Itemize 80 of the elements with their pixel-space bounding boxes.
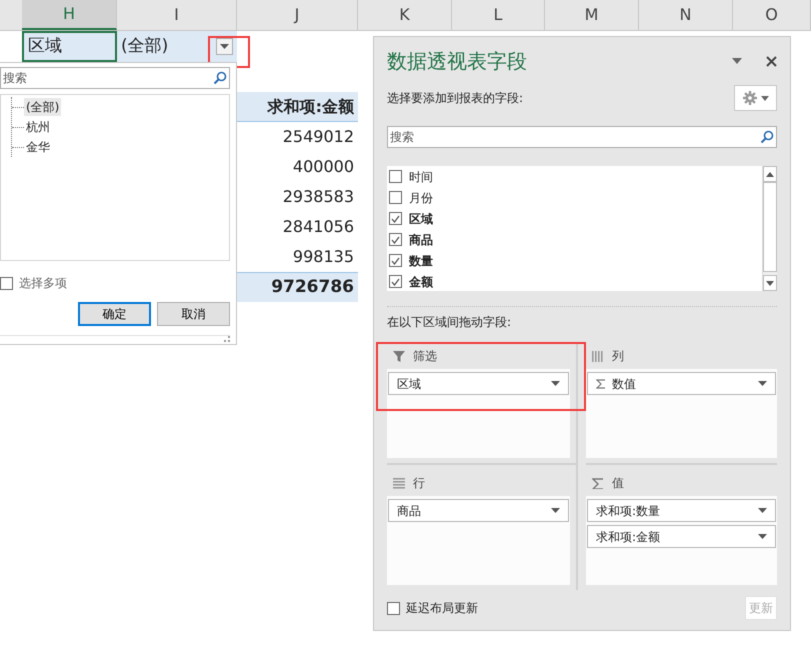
column-header[interactable]: H <box>22 0 117 30</box>
caret-icon <box>758 508 767 513</box>
checkbox-label: 选择多项 <box>19 275 67 292</box>
table-cell-text: (全部) <box>121 34 168 58</box>
check-icon <box>391 236 400 244</box>
column-header[interactable]: L <box>452 0 545 30</box>
up-arrow-icon <box>766 172 774 176</box>
field-pill[interactable]: 区域 <box>388 372 569 395</box>
checkbox[interactable] <box>387 602 400 614</box>
search-field[interactable]: 搜索 <box>387 126 777 148</box>
field-label: 数量 <box>409 252 433 270</box>
check-icon <box>391 256 400 264</box>
checkbox[interactable] <box>389 233 402 246</box>
caret-icon[interactable] <box>732 58 742 64</box>
field-label: 区域 <box>409 210 433 228</box>
sigma-icon <box>592 478 604 488</box>
drag-label: 在以下区域间拖动字段: <box>387 314 512 331</box>
search-icon <box>213 71 227 85</box>
columns-icon <box>592 350 604 362</box>
scroll-thumb[interactable] <box>763 182 777 272</box>
search-field[interactable]: 搜索 <box>0 67 230 89</box>
search-icon <box>760 130 774 144</box>
field-label: 商品 <box>409 232 433 248</box>
checkbox[interactable] <box>389 191 402 204</box>
column-header[interactable]: N <box>639 0 733 30</box>
column-header[interactable]: J <box>237 0 358 30</box>
checkbox[interactable] <box>389 212 402 225</box>
pane-subtitle: 选择要添加到报表的字段: <box>387 90 524 107</box>
sigma-icon <box>596 378 606 388</box>
ok-button[interactable]: 确定 <box>78 302 151 326</box>
tree-item[interactable]: (全部) <box>24 98 62 116</box>
tree-item[interactable]: 金华 <box>24 138 52 156</box>
checkbox[interactable] <box>389 275 402 288</box>
scrollbar[interactable] <box>762 166 777 291</box>
caret-icon <box>758 534 767 539</box>
tree-item[interactable]: 杭州 <box>24 118 52 136</box>
area-label: 筛选 <box>413 348 437 365</box>
column-header[interactable]: K <box>358 0 452 30</box>
checkbox[interactable] <box>0 276 13 290</box>
funnel-icon <box>393 350 405 362</box>
close-icon[interactable] <box>766 56 777 66</box>
field-pill[interactable]: 求和项:数量 <box>587 499 776 522</box>
pane-title: 数据透视表字段 <box>387 48 527 75</box>
table-cell-text: 998135 <box>292 246 355 268</box>
checkbox[interactable] <box>389 254 402 267</box>
gear-icon <box>742 91 756 105</box>
cancel-button[interactable]: 取消 <box>157 302 230 326</box>
area-label: 值 <box>612 475 624 492</box>
column-header[interactable]: M <box>545 0 639 30</box>
down-arrow-icon <box>766 280 774 286</box>
caret-icon <box>551 508 560 513</box>
field-label: 金额 <box>409 274 433 290</box>
area-label: 列 <box>612 348 624 365</box>
table-header: 求和项:金额 <box>237 92 358 122</box>
area-label: 行 <box>413 475 425 492</box>
total-cell: 9726786 <box>237 272 358 302</box>
table-cell-text: 2938583 <box>282 186 355 208</box>
column-header[interactable]: I <box>117 0 237 30</box>
table-cell[interactable]: 区域 <box>22 31 117 62</box>
field-pill[interactable]: 商品 <box>388 499 569 522</box>
checkbox[interactable] <box>389 170 402 183</box>
dropdown-button[interactable] <box>216 38 233 55</box>
table-cell-text: 400000 <box>292 156 355 178</box>
field-pill[interactable]: 求和项:金额 <box>587 525 776 548</box>
checkbox-label: 延迟布局更新 <box>406 600 478 617</box>
resize-grip-icon <box>224 336 230 342</box>
check-icon <box>391 278 400 286</box>
caret-icon <box>758 381 767 386</box>
field-label: 时间 <box>409 168 433 186</box>
caret-icon <box>551 381 560 386</box>
table-cell-text: 2841056 <box>282 216 355 238</box>
table-cell-text: 2549012 <box>282 126 355 148</box>
column-header[interactable]: O <box>733 0 811 30</box>
field-pill[interactable]: 数值 <box>587 372 776 395</box>
rows-icon <box>393 478 405 488</box>
caret-icon <box>220 44 229 49</box>
check-icon <box>391 214 400 222</box>
settings-button[interactable] <box>734 85 777 111</box>
field-label: 月份 <box>409 190 433 206</box>
caret-icon <box>760 96 768 100</box>
